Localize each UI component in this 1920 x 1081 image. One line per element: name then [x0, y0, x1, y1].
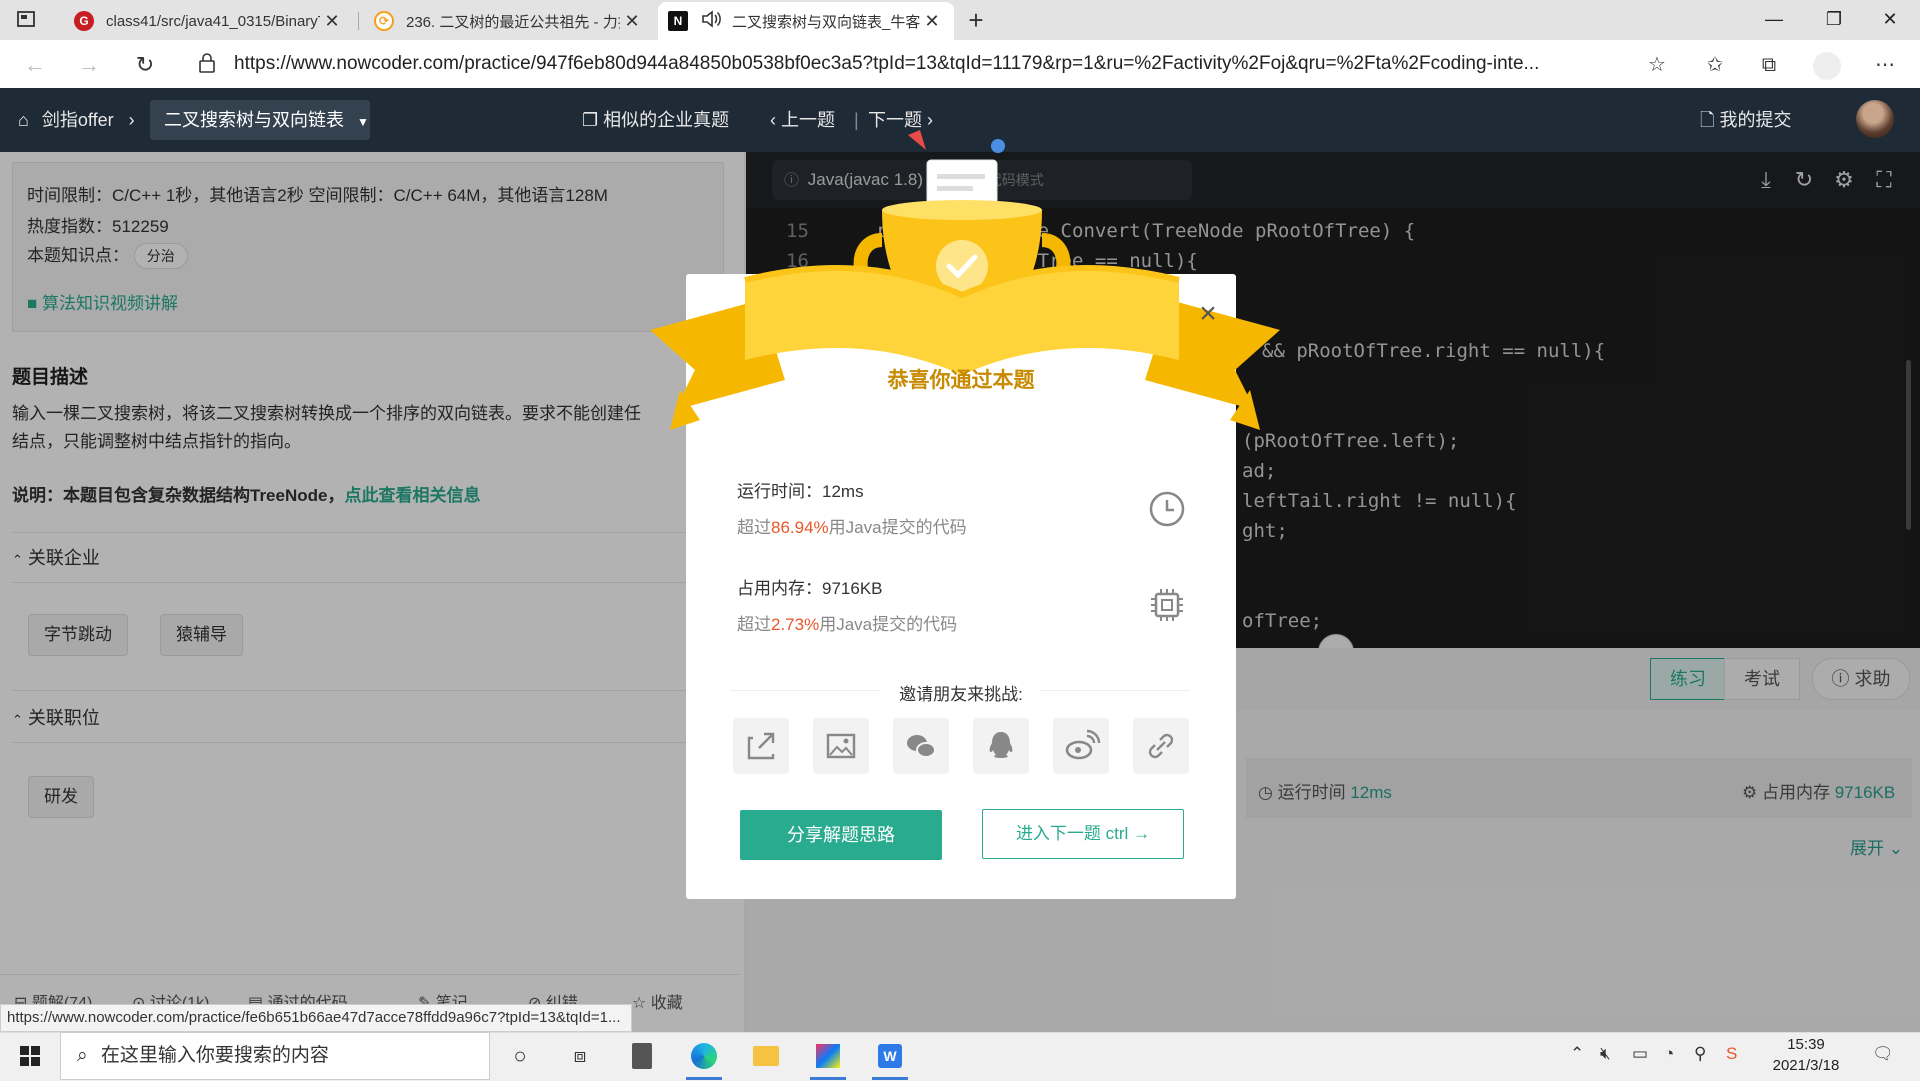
volume-muted-icon[interactable]: 🔇︎: [1600, 1044, 1611, 1064]
weibo-icon[interactable]: [1053, 718, 1109, 774]
chevron-right-icon: ›: [927, 110, 934, 130]
clock-date: 2021/3/18: [1772, 1057, 1840, 1074]
lock-icon[interactable]: [198, 52, 216, 79]
memory-stat: 占用内存：9716KB: [737, 574, 883, 599]
new-tab-button[interactable]: +: [960, 4, 992, 36]
breadcrumb-home[interactable]: ⌂ 剑指offer ›: [18, 88, 135, 152]
close-tab-icon[interactable]: ✕: [920, 11, 944, 32]
calculator-icon[interactable]: [620, 1036, 664, 1076]
more-menu-icon[interactable]: ⋯: [1868, 48, 1902, 82]
image-icon[interactable]: [813, 718, 869, 774]
minimize-button[interactable]: —: [1746, 0, 1802, 40]
caret-down-icon: ▼: [357, 115, 369, 129]
search-placeholder: 在这里输入你要搜索的内容: [100, 1045, 329, 1066]
invite-text: 邀请朋友来挑战:: [899, 685, 1023, 704]
beat-suffix: 用Java提交的代码: [819, 615, 958, 634]
close-tab-icon[interactable]: ✕: [320, 11, 344, 32]
start-button[interactable]: [8, 1036, 52, 1076]
profile-icon[interactable]: [1810, 48, 1844, 82]
avatar[interactable]: [1856, 100, 1894, 138]
topic-label: 二叉搜索树与双向链表: [164, 110, 344, 130]
notification-icon[interactable]: 🗨︎: [1872, 1044, 1894, 1064]
beat-prefix: 超过: [737, 615, 771, 634]
home-icon: ⌂: [18, 110, 29, 130]
nowcoder-icon: N: [668, 11, 688, 31]
wechat-icon[interactable]: [893, 718, 949, 774]
task-view-icon[interactable]: ⧈: [558, 1036, 602, 1076]
restore-button[interactable]: ❐: [1806, 0, 1862, 40]
chevron-left-icon: ‹: [770, 110, 776, 130]
cortana-icon[interactable]: ○: [498, 1036, 542, 1076]
sogou-icon[interactable]: S: [1726, 1044, 1737, 1064]
network-icon[interactable]: ◔: [1664, 1044, 1674, 1064]
reload-button[interactable]: ↻: [128, 48, 162, 82]
copy-icon: ❐: [582, 110, 599, 130]
document-icon: 🗋: [1700, 110, 1715, 130]
system-clock[interactable]: 15:39 2021/3/18: [1766, 1034, 1846, 1076]
next-label: 下一题: [868, 110, 922, 130]
speaker-icon[interactable]: [700, 9, 722, 33]
prev-label: 上一题: [781, 110, 836, 130]
intellij-icon[interactable]: [806, 1036, 850, 1080]
close-tab-icon[interactable]: ✕: [620, 11, 644, 32]
memory-stat-value: 9716KB: [822, 579, 883, 598]
tab-title: 二叉搜索树与双向链表_牛客: [732, 13, 920, 31]
word-editor-icon[interactable]: W: [868, 1036, 912, 1080]
search-icon: ⌕: [77, 1045, 88, 1066]
url-text[interactable]: https://www.nowcoder.com/practice/947f6e…: [234, 53, 1660, 75]
tab-title: class41/src/java41_0315/BinaryTr: [106, 12, 320, 30]
runtime-beat-percent: 86.94%: [771, 518, 829, 537]
add-favorite-icon[interactable]: ☆: [1640, 48, 1674, 82]
arrow-right-icon: →: [1133, 824, 1151, 843]
next-question-label: 进入下一题 ctrl: [1015, 824, 1129, 843]
runtime-stat-value: 12ms: [822, 482, 864, 501]
tab-gitee[interactable]: G class41/src/java41_0315/BinaryTr ✕: [64, 2, 354, 40]
tab-actions-icon[interactable]: [14, 8, 40, 32]
my-submissions-label: 我的提交: [1719, 110, 1792, 130]
gitee-icon: G: [74, 11, 94, 31]
battery-icon[interactable]: ▭: [1632, 1044, 1648, 1064]
taskbar-search-input[interactable]: ⌕ 在这里输入你要搜索的内容: [60, 1032, 490, 1080]
clock-icon: [1148, 490, 1186, 533]
close-modal-button[interactable]: ×: [1190, 296, 1226, 332]
file-explorer-icon[interactable]: [744, 1036, 788, 1076]
back-button[interactable]: ←: [18, 48, 52, 82]
runtime-stat-label: 运行时间：: [737, 482, 822, 501]
tab-title: 236. 二叉树的最近公共祖先 - 力扣: [406, 13, 620, 31]
input-method-icon[interactable]: ⚲: [1694, 1044, 1706, 1064]
link-icon[interactable]: [1133, 718, 1189, 774]
forward-button[interactable]: →: [72, 48, 106, 82]
browser-tab-bar: G class41/src/java41_0315/BinaryTr ✕ ⟳ 2…: [0, 0, 1920, 40]
qq-icon[interactable]: [973, 718, 1029, 774]
favorites-icon[interactable]: ✩: [1698, 48, 1732, 82]
my-submissions-link[interactable]: 🗋 我的提交: [1700, 88, 1792, 152]
breadcrumb-home-label: 剑指offer: [41, 110, 114, 130]
chevron-right-icon: ›: [128, 110, 135, 130]
beat-prefix: 超过: [737, 518, 771, 537]
leetcode-icon: ⟳: [374, 11, 394, 31]
edge-browser-icon[interactable]: [682, 1036, 726, 1080]
close-window-button[interactable]: ✕: [1862, 0, 1918, 40]
chip-icon: [1148, 586, 1186, 629]
status-bar-url: https://www.nowcoder.com/practice/fe6b65…: [0, 1004, 632, 1032]
memory-stat-label: 占用内存：: [737, 579, 822, 598]
show-hidden-icons[interactable]: ⌃: [1570, 1044, 1584, 1064]
topic-dropdown[interactable]: 二叉搜索树与双向链表 ▼: [150, 100, 370, 140]
beat-suffix: 用Java提交的代码: [828, 518, 967, 537]
runtime-stat: 运行时间：12ms: [737, 477, 864, 502]
trophy-illustration: [650, 130, 1280, 470]
similar-label: 相似的企业真题: [603, 110, 730, 130]
tab-nowcoder[interactable]: N 二叉搜索树与双向链表_牛客 ✕: [658, 2, 954, 40]
modal-title: 恭喜你通过本题: [887, 369, 1035, 392]
share-solution-button[interactable]: 分享解题思路: [740, 810, 942, 860]
external-share-icon[interactable]: [733, 718, 789, 774]
tab-leetcode[interactable]: ⟳ 236. 二叉树的最近公共祖先 - 力扣 ✕: [364, 2, 654, 40]
memory-beat-percent: 2.73%: [771, 615, 820, 634]
clock-time: 15:39: [1787, 1036, 1825, 1053]
collections-icon[interactable]: ⧉: [1752, 48, 1786, 82]
runtime-beat: 超过86.94%用Java提交的代码: [737, 513, 967, 538]
url-field[interactable]: https://www.nowcoder.com/practice/947f6e…: [176, 46, 1660, 82]
memory-beat: 超过2.73%用Java提交的代码: [737, 610, 957, 635]
next-question-button[interactable]: 进入下一题 ctrl →: [982, 809, 1184, 859]
